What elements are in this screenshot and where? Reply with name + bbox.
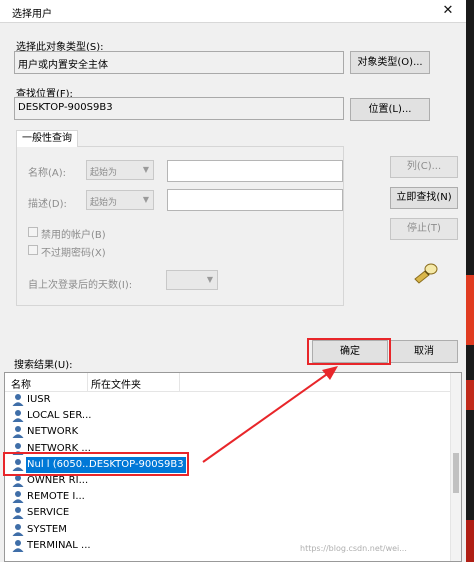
watermark-text: https://blog.csdn.net/wei... (300, 544, 407, 553)
background-strip (466, 0, 474, 562)
annotation-arrow (202, 366, 338, 463)
select-user-dialog: 选择用户 ✕ 选择此对象类型(S): 用户或内置安全主体 对象类型(O)... … (0, 0, 466, 562)
